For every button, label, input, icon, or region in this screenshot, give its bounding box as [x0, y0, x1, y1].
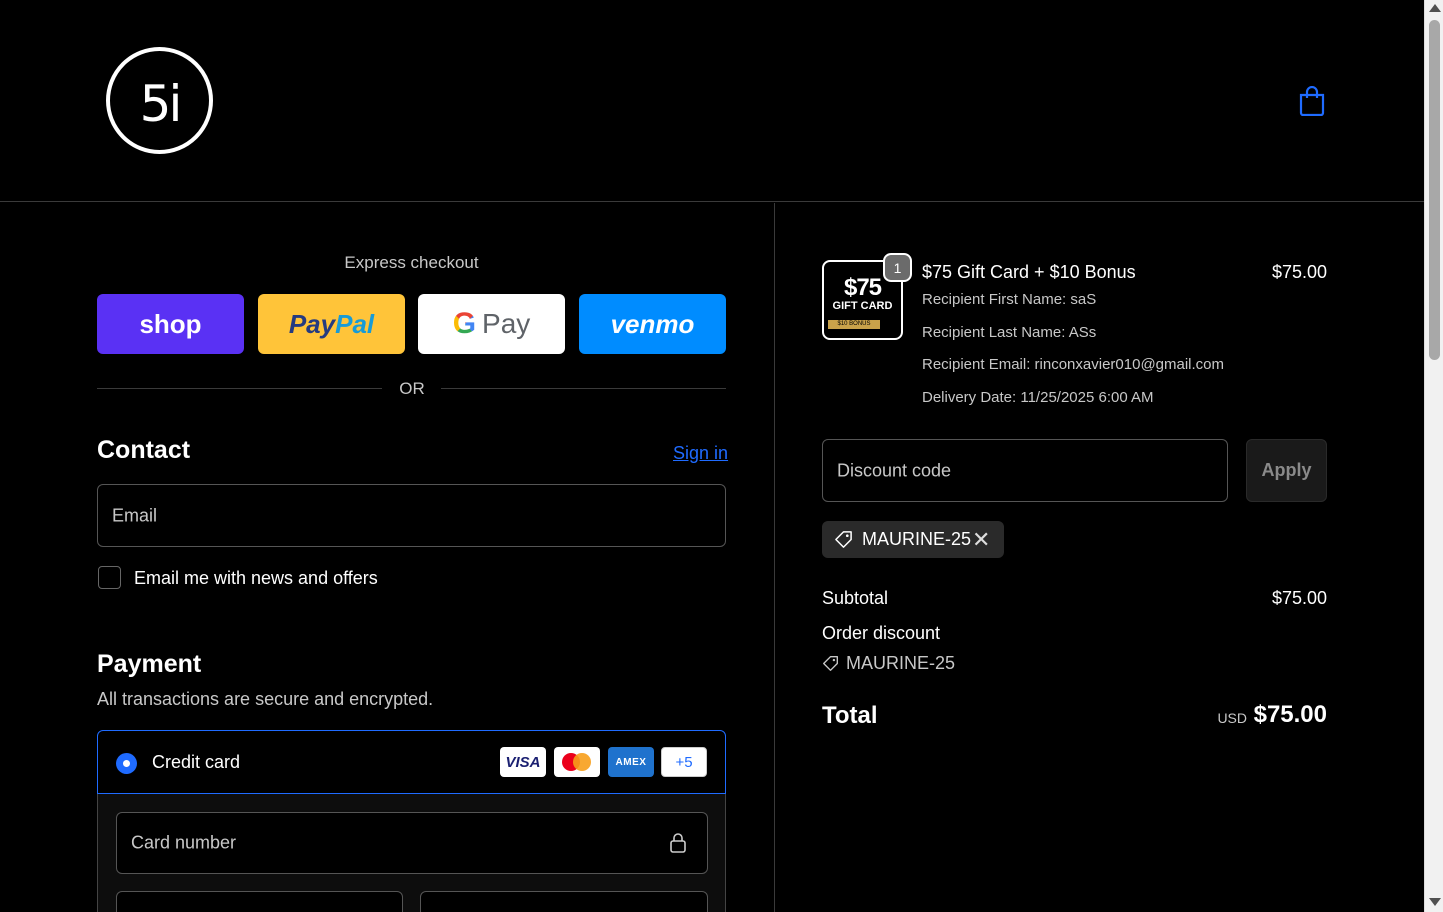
thumbnail-label: GIFT CARD — [832, 300, 893, 312]
mastercard-icon — [554, 747, 600, 777]
apply-label: Apply — [1261, 460, 1312, 480]
google-g-icon: G — [452, 307, 477, 340]
expiration-date-field[interactable] — [116, 891, 403, 912]
credit-card-label: Credit card — [152, 752, 241, 772]
sign-in-link[interactable]: Sign in — [673, 443, 728, 464]
scrollbar-thumb[interactable] — [1429, 20, 1440, 360]
apply-discount-button[interactable]: Apply — [1246, 439, 1327, 502]
brand-logo-text: 5i — [139, 75, 183, 133]
news-offers-label: Email me with news and offers — [134, 568, 378, 588]
security-code-field[interactable] — [420, 891, 708, 912]
total-label: Total — [822, 702, 878, 729]
paypal-button[interactable]: Pay Pal — [258, 294, 405, 354]
venmo-button[interactable]: venmo — [579, 294, 726, 354]
subtotal-label: Subtotal — [822, 588, 889, 608]
remove-discount-close-icon[interactable]: ✕ — [972, 527, 990, 553]
more-cards-badge: +5 — [661, 747, 707, 777]
total-currency: USD — [1217, 710, 1247, 726]
applied-discount-chip: MAURINE-25 ✕ — [822, 521, 1004, 558]
discount-code-placeholder: Discount code — [837, 460, 952, 480]
scroll-down-icon[interactable] — [1429, 898, 1441, 906]
google-pay-label: Pay — [482, 308, 531, 339]
or-divider-text: OR — [399, 379, 425, 398]
news-offers-checkbox[interactable] — [98, 566, 121, 589]
paypal-label-2: Pal — [335, 308, 375, 339]
tag-icon — [835, 531, 852, 548]
column-divider — [774, 203, 775, 912]
email-field[interactable]: Email — [97, 484, 726, 547]
header: 5i — [0, 0, 1424, 202]
item-title: $75 Gift Card + $10 Bonus — [922, 262, 1136, 282]
or-divider-right — [441, 388, 726, 389]
item-price: $75.00 — [1271, 262, 1327, 282]
amex-label: AMEX — [615, 756, 647, 768]
item-meta-last-name: Recipient Last Name: ASs — [922, 324, 1097, 341]
item-meta-first-name: Recipient First Name: saS — [922, 291, 1097, 308]
venmo-label: venmo — [610, 308, 695, 339]
amex-icon: AMEX — [608, 747, 654, 777]
paypal-label-1: Pay — [288, 308, 336, 339]
subtotal-value: $75.00 — [1271, 588, 1327, 608]
express-checkout-title: Express checkout — [344, 253, 479, 272]
card-number-placeholder: Card number — [131, 832, 237, 853]
card-number-field[interactable]: Card number — [116, 812, 708, 874]
lock-icon — [670, 833, 686, 853]
discount-code-field[interactable]: Discount code — [822, 439, 1228, 502]
item-meta-delivery-date: Delivery Date: 11/25/2025 6:00 AM — [922, 389, 1154, 406]
payment-subtitle: All transactions are secure and encrypte… — [97, 689, 434, 709]
brand-logo[interactable]: 5i — [106, 47, 213, 154]
shop-pay-label: shop — [139, 308, 202, 339]
payment-heading: Payment — [97, 650, 202, 678]
quantity-badge: 1 — [883, 253, 912, 282]
email-placeholder: Email — [112, 505, 158, 525]
or-divider-left — [97, 388, 382, 389]
item-meta-email: Recipient Email: rinconxavier010@gmail.c… — [922, 356, 1225, 373]
total-value: $75.00 — [1253, 701, 1327, 728]
google-pay-button[interactable]: G Pay — [418, 294, 565, 354]
visa-icon: VISA — [500, 747, 546, 777]
order-discount-label: Order discount — [822, 623, 941, 643]
shop-pay-button[interactable]: shop — [97, 294, 244, 354]
credit-card-option[interactable]: Credit card VISA AMEX +5 — [97, 730, 726, 794]
order-discount-code: MAURINE-25 — [846, 653, 956, 673]
applied-code-text: MAURINE-25 — [862, 529, 972, 549]
thumbnail-bonus: $10 BONUS — [828, 320, 880, 329]
more-cards-label: +5 — [675, 753, 693, 771]
credit-card-radio[interactable] — [116, 753, 137, 774]
contact-heading: Contact — [97, 436, 191, 464]
page-scrollbar[interactable] — [1424, 0, 1443, 912]
discount-tag-icon — [823, 656, 838, 671]
scroll-up-icon[interactable] — [1429, 4, 1441, 12]
shopping-bag-icon[interactable] — [1298, 86, 1326, 116]
visa-label: VISA — [505, 753, 541, 771]
